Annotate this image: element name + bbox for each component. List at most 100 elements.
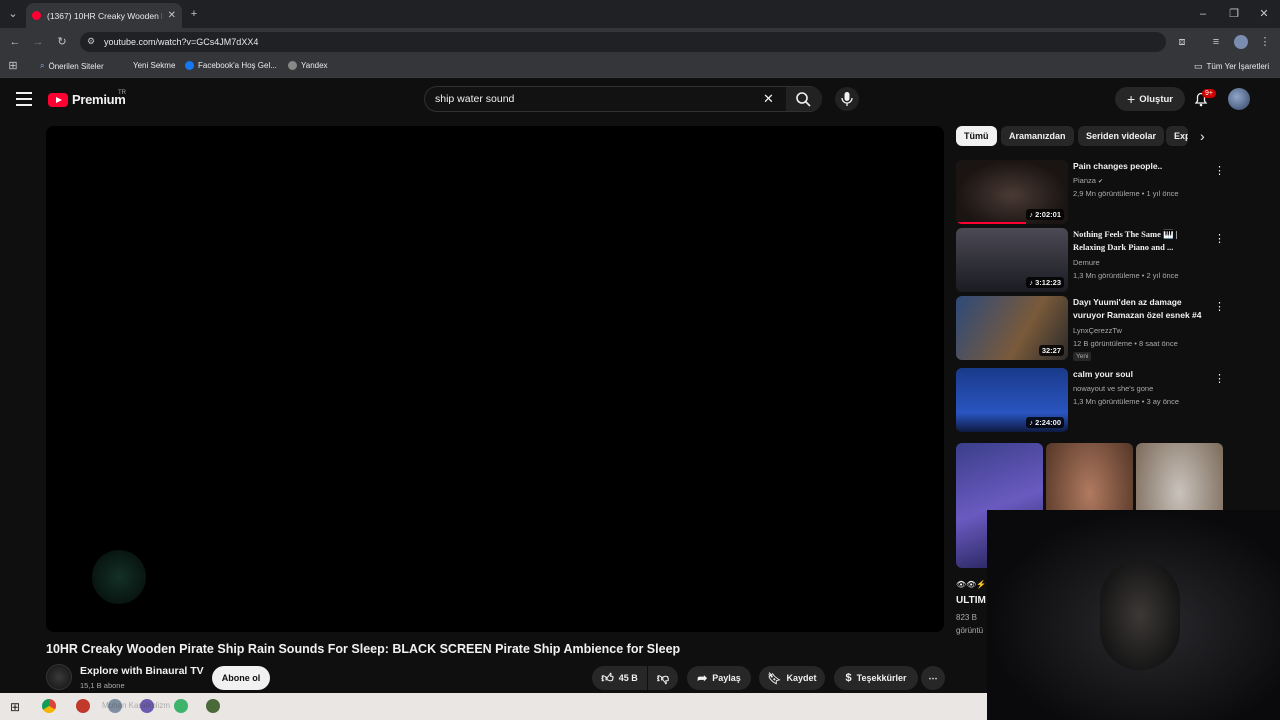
subscriber-count: 15,1 B abone bbox=[80, 681, 125, 690]
bookmark-label: Yeni Sekme bbox=[133, 61, 176, 70]
related-meta: 1,3 Mn görüntüleme • 2 yıl önce bbox=[1073, 271, 1179, 280]
browser-menu-icon[interactable]: ⋮ bbox=[1258, 36, 1272, 48]
app-icon[interactable] bbox=[206, 699, 220, 713]
save-label: Kaydet bbox=[786, 673, 817, 683]
short-title: ULTIM bbox=[956, 595, 986, 606]
restore-icon[interactable]: ❐ bbox=[1227, 8, 1241, 20]
related-title: Pain changes people.. bbox=[1073, 161, 1163, 171]
related-channel: LynxÇerezzTw bbox=[1073, 326, 1122, 335]
tab-title: (1367) 10HR Creaky Wooden Pi bbox=[47, 10, 162, 21]
share-label: Paylaş bbox=[712, 673, 741, 683]
search-icon: ⌕ bbox=[40, 61, 45, 70]
youtube-logo[interactable]: Premium TR bbox=[48, 90, 126, 107]
profile-avatar[interactable] bbox=[1234, 35, 1248, 49]
forward-icon[interactable]: → bbox=[31, 36, 45, 48]
bookmark-label: Facebook'a Hoş Gel... bbox=[198, 61, 277, 70]
related-channel: Demure bbox=[1073, 258, 1100, 267]
duration-badge: ♪ 3:12:23 bbox=[1026, 277, 1064, 288]
chip-from-search[interactable]: Aramanızdan bbox=[1001, 126, 1074, 146]
more-options-icon[interactable]: ⋮ bbox=[1214, 372, 1225, 385]
related-meta: 2,9 Mn görüntüleme • 1 yıl önce bbox=[1073, 189, 1179, 198]
related-video[interactable]: ♪ 3:12:23 Nothing Feels The Same 🎹 | Rel… bbox=[956, 228, 1225, 292]
channel-watermark[interactable] bbox=[92, 550, 146, 604]
share-button[interactable]: ➦ Paylaş bbox=[687, 666, 751, 690]
chrome-icon[interactable] bbox=[42, 699, 56, 713]
more-actions-icon[interactable]: ⋯ bbox=[921, 666, 945, 690]
subscribe-button[interactable]: Abone ol bbox=[212, 666, 270, 690]
apps-grid-icon[interactable]: ⊞ bbox=[6, 60, 20, 72]
related-title: calm your soul bbox=[1073, 369, 1133, 379]
bookmark-item[interactable]: Facebook'a Hoş Gel... bbox=[185, 61, 277, 70]
video-player[interactable] bbox=[46, 126, 944, 632]
app-icon[interactable] bbox=[174, 699, 188, 713]
chip-series[interactable]: Seriden videolar bbox=[1078, 126, 1165, 146]
site-info-icon[interactable]: ⚙ bbox=[87, 36, 95, 47]
create-label: Oluştur bbox=[1139, 93, 1173, 105]
hamburger-menu-icon[interactable] bbox=[16, 92, 32, 106]
browser-tab[interactable]: (1367) 10HR Creaky Wooden Pi ✕ bbox=[26, 3, 182, 28]
minimize-icon[interactable]: – bbox=[1196, 8, 1210, 20]
search-button[interactable] bbox=[786, 87, 822, 111]
search-input[interactable]: ship water sound ✕ bbox=[424, 86, 822, 112]
thumbs-down-icon: 👎︎ bbox=[656, 670, 670, 685]
all-bookmarks[interactable]: ▭ Tüm Yer İşaretleri bbox=[1194, 61, 1269, 72]
like-button[interactable]: 👍︎ 45 B bbox=[592, 666, 647, 690]
app-icon[interactable] bbox=[76, 699, 90, 713]
channel-name[interactable]: Explore with Binaural TV bbox=[80, 665, 204, 677]
verified-icon: ✔ bbox=[1098, 179, 1104, 185]
chip-all[interactable]: Tümü bbox=[956, 126, 997, 146]
webcam-person bbox=[1100, 560, 1180, 670]
globe-icon bbox=[288, 61, 297, 70]
chip-explore[interactable]: Exp bbox=[1166, 126, 1188, 146]
create-button[interactable]: + Oluştur bbox=[1115, 87, 1185, 111]
related-video[interactable]: ♪ 2:24:00 calm your soul nowayout ve she… bbox=[956, 368, 1225, 432]
short-views: 823 B bbox=[956, 613, 977, 622]
duration-badge: 32:27 bbox=[1038, 345, 1064, 356]
video-thumbnail[interactable]: ♪ 2:02:01 bbox=[956, 160, 1068, 224]
dislike-button[interactable]: 👎︎ bbox=[648, 666, 678, 690]
all-bookmarks-label: Tüm Yer İşaretleri bbox=[1206, 62, 1270, 71]
microphone-icon bbox=[841, 92, 853, 106]
thanks-button[interactable]: $ Teşekkürler bbox=[834, 666, 918, 690]
duration-text: 2:24:00 bbox=[1035, 418, 1061, 427]
duration-badge: ♪ 2:02:01 bbox=[1026, 209, 1064, 220]
close-window-icon[interactable]: ✕ bbox=[1257, 8, 1271, 20]
reload-icon[interactable]: ↻ bbox=[55, 36, 69, 48]
clear-search-icon[interactable]: ✕ bbox=[763, 91, 774, 107]
voice-search-button[interactable] bbox=[835, 87, 859, 111]
more-options-icon[interactable]: ⋮ bbox=[1214, 232, 1225, 245]
back-icon[interactable]: ← bbox=[8, 36, 22, 48]
address-bar[interactable]: ⚙ youtube.com/watch?v=GCs4JM7dXX4 bbox=[80, 32, 1166, 52]
bookmark-label: Yandex bbox=[301, 61, 328, 70]
more-options-icon[interactable]: ⋮ bbox=[1214, 300, 1225, 313]
account-avatar[interactable] bbox=[1228, 88, 1250, 110]
bookmark-item[interactable]: ⌕ Önerilen Siteler bbox=[40, 61, 104, 71]
extensions-icon[interactable]: ⧈ bbox=[1175, 36, 1189, 48]
reading-list-icon[interactable]: ≡ bbox=[1209, 36, 1223, 48]
bookmark-item[interactable]: Yeni Sekme bbox=[133, 61, 175, 70]
video-thumbnail[interactable]: ♪ 3:12:23 bbox=[956, 228, 1068, 292]
related-video[interactable]: ♪ 2:02:01 Pain changes people.. Pianza ✔… bbox=[956, 160, 1225, 224]
channel-avatar[interactable] bbox=[46, 664, 72, 690]
chevron-right-icon[interactable]: › bbox=[1200, 128, 1205, 144]
save-button[interactable]: 🔖︎ Kaydet bbox=[759, 666, 825, 690]
duration-badge: ♪ 2:24:00 bbox=[1026, 417, 1064, 428]
thumbs-up-icon: 👍︎ bbox=[601, 670, 614, 685]
video-thumbnail[interactable]: ♪ 2:24:00 bbox=[956, 368, 1068, 432]
related-video[interactable]: 32:27 Dayı Yuumi'den az damage vuruyor R… bbox=[956, 296, 1225, 361]
notification-count-badge: 9+ bbox=[1202, 89, 1216, 98]
folder-icon: ▭ bbox=[1194, 61, 1203, 71]
browser-tab-strip: ⌄ (1367) 10HR Creaky Wooden Pi ✕ + – ❐ ✕ bbox=[0, 0, 1280, 28]
youtube-play-icon bbox=[48, 92, 68, 107]
thanks-label: Teşekkürler bbox=[856, 673, 907, 683]
windows-start-icon[interactable]: ⊞ bbox=[10, 700, 20, 714]
new-tab-icon[interactable]: + bbox=[187, 8, 201, 20]
video-thumbnail[interactable]: 32:27 bbox=[956, 296, 1068, 360]
bookmarks-bar: ⊞ ⌕ Önerilen Siteler Yeni Sekme Facebook'… bbox=[0, 56, 1280, 78]
short-emoji: 👁👁⚡ bbox=[956, 580, 987, 589]
bookmark-item[interactable]: Yandex bbox=[288, 61, 328, 70]
tab-search-icon[interactable]: ⌄ bbox=[6, 8, 20, 20]
close-tab-icon[interactable]: ✕ bbox=[168, 10, 176, 21]
duration-text: 2:02:01 bbox=[1035, 210, 1061, 219]
more-options-icon[interactable]: ⋮ bbox=[1214, 164, 1225, 177]
